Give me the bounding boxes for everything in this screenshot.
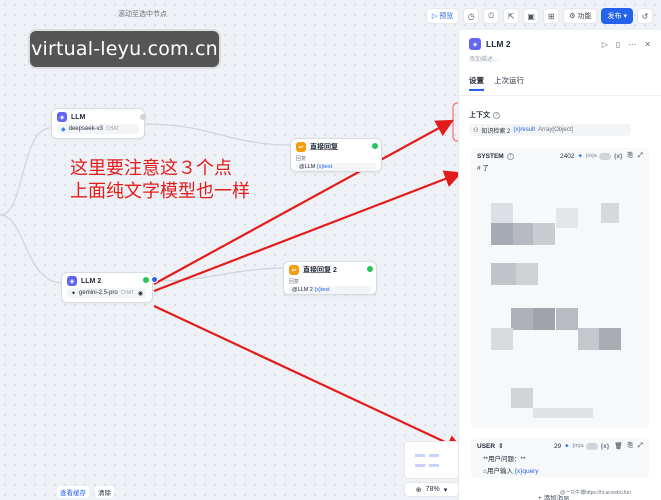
chevron-down-icon: ▾ [623,13,627,20]
llm-icon: ◈ [469,38,481,50]
description-input[interactable]: 添加描述... [459,50,661,67]
success-dot [372,143,378,149]
doc-icon[interactable]: ▯ [616,40,620,49]
tab-last-run[interactable]: 上次运行 [494,75,524,91]
grid-icon[interactable]: ⊞ [543,8,560,24]
llm-icon: ◈ [57,112,67,122]
jinja-toggle[interactable]: jinja [573,442,598,450]
export-icon[interactable]: ⇱ [503,8,520,24]
add-node-handle[interactable] [151,276,158,283]
close-icon[interactable]: ✕ [644,40,651,49]
sparkle-icon[interactable]: ✦ [564,442,569,450]
node-llm2[interactable]: ◈ LLM 2 ✦ gemini-2.5-pro CHAT ◉ [61,272,153,303]
edge-llm2-answer2 [157,267,284,282]
system-prompt-box: SYSTEM? 2402 ✦ jinja {x} ⎘ ⤢ # 了 [471,148,649,428]
top-toolbar: ▷ 预览 ◷ ⏲ ⇱ ▣ ⊞ ⚙ 功能 发布 ▾ ↺ [425,7,653,25]
node-answer2[interactable]: ↩ 直接回复 2 回复 @LLM 2 {x}text [283,261,377,295]
deepseek-icon: ◆ [61,126,66,133]
copy-icon[interactable]: ⎘ [628,442,633,450]
clock-icon[interactable]: ⏲ [483,8,500,24]
reply-icon: ↩ [289,265,299,275]
zoom-control[interactable]: ⊕ 78% ▾ [404,482,459,497]
preview-button[interactable]: ▷ 预览 [425,8,460,24]
history-icon[interactable]: ↺ [637,8,653,24]
llm-icon: ◈ [67,276,77,286]
copy-icon[interactable]: ⎘ [628,152,633,160]
user-prompt-box: USER ⇕ 29 ✦ jinja {x} 🗑 ⎘ ⤢ **用户问题：** ⌂用户输入 … [471,438,649,478]
node-handle[interactable] [140,114,146,120]
edge-start-llm2 [0,214,63,284]
history-check-icon[interactable]: ◷ [463,8,480,24]
features-icon: ⚙ [569,13,576,20]
node-llm[interactable]: ◈ LLM ◆ deepseek-v3 CHAT [51,108,145,139]
chevron-icon[interactable]: ⇕ [498,442,503,450]
gemini-icon: ✦ [71,290,77,297]
help-icon: ? [493,111,500,119]
edge-start-llm [0,127,51,216]
zoom-icon: ⊕ [415,486,422,494]
more-icon[interactable]: ⋯ [628,40,636,49]
context-section: 上下文? ⚇ 知识检索 2 {x}result Array[Object] [469,110,631,136]
variable-icon[interactable]: {x} [601,443,610,450]
success-dot [143,277,149,283]
clear-button[interactable]: 清除 [95,486,114,498]
edge-llm-answer [145,123,291,146]
arrow-to-user [153,305,464,452]
delete-icon[interactable]: 🗑 [614,442,622,450]
bottom-buttons: 查看缓存 清除 [57,486,114,498]
chevron-down-icon: ▾ [443,486,448,494]
success-dot [367,266,373,272]
publish-button[interactable]: 发布 ▾ [601,8,633,24]
tab-settings[interactable]: 设置 [469,75,484,91]
help-icon: ? [506,152,514,160]
watermark: virtual-leyu.com.cn [28,29,221,69]
minimap[interactable] [404,441,459,479]
expand-icon[interactable]: ⤢ [638,152,643,160]
user-input-variable[interactable]: ⌂用户输入 {x}query [477,465,643,475]
panel-tabs: 设置 上次运行 [459,67,661,96]
split-icon[interactable]: ▣ [523,8,540,24]
variable-icon[interactable]: {x} [614,153,623,160]
reply-icon: ↩ [296,142,306,152]
node-settings-panel: ◈ LLM 2 ▷ ▯ ⋯ ✕ 添加描述... 设置 上次运行 上下文? ⚇ 知… [458,30,661,500]
context-variable-chip[interactable]: ⚇ 知识检索 2 {x}result Array[Object] [469,124,631,136]
jinja-toggle[interactable]: jinja [586,152,611,160]
scroll-to-node-hint[interactable]: 滚动至选中节点 [118,9,167,19]
eye-icon: ◉ [137,290,143,297]
view-cache-button[interactable]: 查看缓存 [57,486,89,498]
annotation-line2: 上面纯文字模型也一样 [70,181,250,202]
node-answer[interactable]: ↩ 直接回复 回复 @LLM {x}text [290,138,382,172]
run-icon[interactable]: ▷ [602,40,608,49]
author-credit: @一只牛博https://hi.acowbo.fun [560,489,631,496]
knowledge-icon: ⚇ [473,127,479,134]
play-icon: ▷ [431,13,438,20]
sparkle-icon[interactable]: ✦ [577,152,582,160]
expand-icon[interactable]: ⤢ [638,442,643,450]
features-button[interactable]: ⚙ 功能 [563,8,598,24]
